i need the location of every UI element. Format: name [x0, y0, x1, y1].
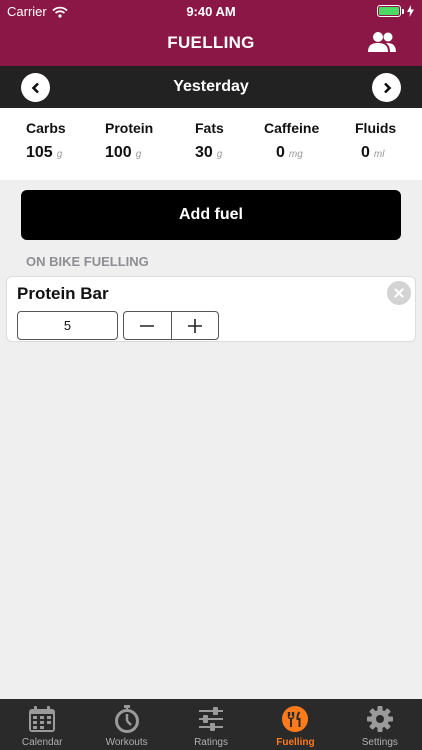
- battery-fill: [379, 7, 399, 15]
- metric-value: 30: [195, 144, 213, 161]
- chevron-right-icon: [383, 82, 391, 93]
- metric-label: Caffeine: [264, 120, 320, 136]
- metric-label: Fluids: [355, 120, 397, 136]
- minus-icon: [140, 324, 155, 327]
- metric-fats: Fats 30 g: [195, 120, 224, 162]
- metric-label: Carbs: [26, 120, 66, 136]
- charging-icon: [407, 5, 414, 17]
- tab-workouts[interactable]: Workouts: [84, 699, 168, 750]
- tab-label: Fuelling: [276, 737, 315, 748]
- metric-unit: ml: [373, 149, 385, 160]
- quantity-input[interactable]: [17, 311, 118, 340]
- metric-label: Fats: [195, 120, 224, 136]
- stopwatch-icon: [114, 705, 139, 733]
- tab-label: Workouts: [105, 737, 148, 748]
- metric-unit: mg: [288, 149, 303, 160]
- tab-ratings[interactable]: Ratings: [169, 699, 253, 750]
- tab-settings[interactable]: Settings: [338, 699, 422, 750]
- metric-unit: g: [216, 149, 223, 160]
- date-label: Yesterday: [173, 78, 249, 95]
- tab-label: Settings: [361, 737, 398, 748]
- tab-label: Ratings: [194, 737, 228, 748]
- calendar-icon: [29, 706, 56, 732]
- metric-value: 100: [105, 144, 132, 161]
- tab-calendar[interactable]: Calendar: [0, 699, 84, 750]
- nutrition-summary: Carbs 105 g Protein 100 g Fats 30 g Caffein…: [0, 108, 422, 180]
- header: Carrier 9:40 AM FUELLING: [0, 0, 422, 66]
- section-title: ON BIKE FUELLING: [26, 254, 149, 269]
- tab-fuelling[interactable]: Fuelling: [253, 699, 337, 750]
- increment-button[interactable]: [172, 312, 219, 339]
- metric-carbs: Carbs 105 g: [26, 120, 66, 162]
- add-fuel-button[interactable]: Add fuel: [21, 190, 401, 240]
- next-day-button[interactable]: [372, 73, 401, 102]
- metric-fluids: Fluids 0 ml: [355, 120, 396, 162]
- plus-icon: [187, 318, 202, 333]
- users-icon[interactable]: [366, 30, 398, 54]
- battery: [377, 5, 414, 17]
- metric-value: 0: [361, 144, 370, 161]
- metric-label: Protein: [105, 120, 154, 136]
- metric-unit: g: [135, 149, 142, 160]
- fuel-item-name: Protein Bar: [17, 284, 109, 303]
- date-navigation: Yesterday: [0, 66, 422, 108]
- close-icon: [394, 288, 404, 298]
- utensils-icon: [282, 706, 309, 732]
- remove-item-button[interactable]: [387, 281, 411, 305]
- metric-caffeine: Caffeine 0 mg: [264, 120, 319, 162]
- page-title: FUELLING: [167, 33, 255, 52]
- status-bar: Carrier 9:40 AM: [0, 0, 422, 22]
- gear-icon: [366, 706, 393, 732]
- fuel-item-card: Protein Bar: [6, 276, 416, 342]
- quantity-stepper: [123, 311, 219, 340]
- metric-value: 105: [26, 144, 53, 161]
- tab-bar: Calendar Workouts Ratings Fuelling Setti…: [0, 699, 422, 750]
- decrement-button[interactable]: [124, 312, 171, 339]
- battery-icon: [377, 5, 401, 17]
- metric-value: 0: [276, 144, 285, 161]
- metric-unit: g: [56, 149, 63, 160]
- sliders-icon: [199, 707, 224, 731]
- status-time: 9:40 AM: [186, 4, 236, 19]
- metric-protein: Protein 100 g: [105, 120, 153, 162]
- tab-label: Calendar: [21, 737, 63, 748]
